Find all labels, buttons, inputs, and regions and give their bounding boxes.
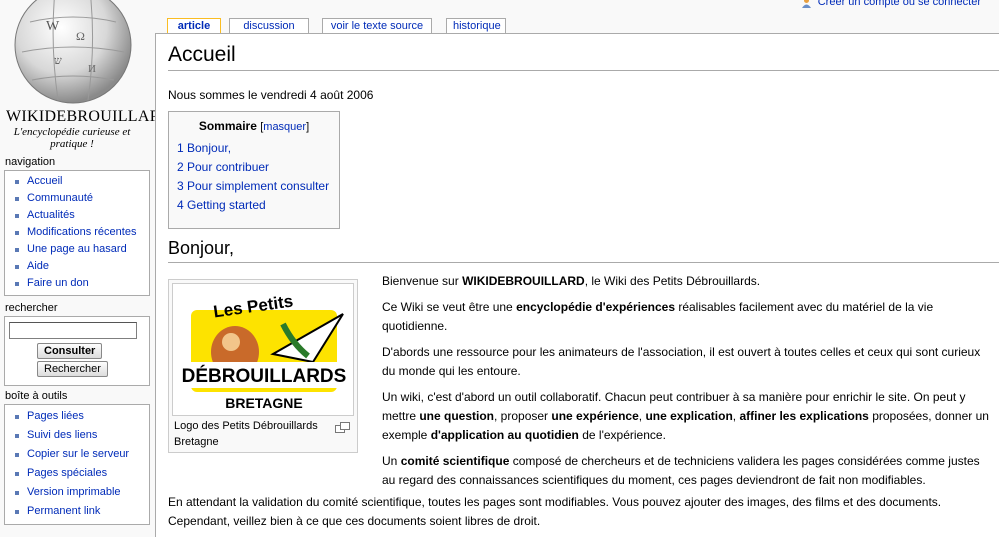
table-of-contents: Sommaire [masquer] 1 Bonjour, 2 Pour con… xyxy=(168,111,340,229)
toc-title: Sommaire xyxy=(198,119,257,133)
puzzle-globe-icon: W Ω ש И xyxy=(14,0,132,104)
thumbnail-frame: Les Petits DÉBROUILLARDS BRETAGNE Logo d… xyxy=(168,279,358,453)
outro-text: En attendant la validation du comité sci… xyxy=(168,493,998,531)
search-portlet: rechercher Consulter Rechercher xyxy=(0,302,150,386)
site-wordmark: WIKIDEBROUILLARD xyxy=(6,108,173,125)
tool-what-links-here[interactable]: Pages liées xyxy=(9,407,149,426)
petits-debrouillards-logo[interactable]: Les Petits DÉBROUILLARDS BRETAGNE xyxy=(172,283,354,416)
text-bold: une explication xyxy=(645,409,733,423)
nav-item-home[interactable]: Accueil xyxy=(9,173,149,190)
tool-special-pages[interactable]: Pages spéciales xyxy=(9,464,149,483)
nav-item-help[interactable]: Aide xyxy=(9,258,149,275)
paragraph-validation: En attendant la validation du comité sci… xyxy=(168,495,942,528)
text-run: , proposer xyxy=(494,409,552,423)
page-title: Accueil xyxy=(168,42,999,71)
tool-related-changes[interactable]: Suivi des liens xyxy=(9,426,149,445)
search-body: Consulter Rechercher xyxy=(4,316,150,386)
section-heading: Bonjour, xyxy=(168,237,999,263)
toc-hide-link[interactable]: masquer xyxy=(263,121,306,133)
paragraph-collaborative: Un wiki, c'est d'abord un outil collabor… xyxy=(382,388,992,445)
text-run: Ce Wiki se veut être une xyxy=(382,300,517,314)
logo-bretagne: BRETAGNE xyxy=(225,395,303,411)
navigation-body: Accueil Communauté Actualités Modificati… xyxy=(4,170,150,296)
nav-item-donate[interactable]: Faire un don xyxy=(9,275,149,292)
logo-artwork: Les Petits DÉBROUILLARDS BRETAGNE xyxy=(182,291,347,411)
text-bold: une expérience xyxy=(551,409,639,423)
nav-item-recent-changes[interactable]: Modifications récentes xyxy=(9,224,149,241)
thumbnail-caption: Logo des Petits Débrouillards Bretagne xyxy=(172,416,354,450)
toc-item[interactable]: 4 Getting started xyxy=(177,196,331,215)
search-button[interactable]: Rechercher xyxy=(37,361,108,377)
tool-upload-file[interactable]: Copier sur le serveur xyxy=(9,445,149,464)
site-tagline: L'encyclopédie curieuse et pratique ! xyxy=(13,126,131,150)
tab-view-source[interactable]: voir le texte source xyxy=(322,18,432,34)
paragraph-welcome: Bienvenue sur WIKIDEBROUILLARD, le Wiki … xyxy=(382,272,992,291)
search-heading: rechercher xyxy=(5,302,58,314)
text-run: de l'expérience. xyxy=(578,428,666,442)
text-bold: comité scientifique xyxy=(400,454,510,468)
create-account-link[interactable]: Créer un compte ou se connecter xyxy=(818,0,981,8)
tab-discussion[interactable]: discussion xyxy=(229,18,309,34)
text-bold: affiner les explications xyxy=(739,409,869,423)
text-bold: d'application au quotidien xyxy=(430,428,579,442)
nav-item-random-page[interactable]: Une page au hasard xyxy=(9,241,149,258)
enlarge-icon[interactable] xyxy=(335,422,350,433)
go-button[interactable]: Consulter xyxy=(37,343,103,359)
paragraph-audience: D'abords une ressource pour les animateu… xyxy=(382,345,981,378)
text-bold: une question xyxy=(419,409,495,423)
nav-item-news[interactable]: Actualités xyxy=(9,207,149,224)
toc-item[interactable]: 3 Pour simplement consulter xyxy=(177,177,331,196)
site-logo[interactable]: W Ω ש И WIKIDEBROUILLARD L'encyclopédie … xyxy=(0,0,173,158)
text-bold: WIKIDEBROUILLARD xyxy=(462,274,585,288)
tool-printable-version[interactable]: Version imprimable xyxy=(9,483,149,502)
text-run: Un xyxy=(382,454,401,468)
navigation-portlet: navigation Accueil Communauté Actualités… xyxy=(0,156,150,296)
toc-item[interactable]: 2 Pour contribuer xyxy=(177,158,331,177)
text-run: Bienvenue sur xyxy=(382,274,463,288)
toc-header: Sommaire [masquer] xyxy=(198,119,310,133)
logo-debrouillards: DÉBROUILLARDS xyxy=(182,365,347,387)
current-date: Nous sommes le vendredi 4 août 2006 xyxy=(168,88,374,102)
toolbox-body: Pages liées Suivi des liens Copier sur l… xyxy=(4,404,150,525)
svg-text:W: W xyxy=(46,19,60,34)
svg-text:Ω: Ω xyxy=(76,29,85,43)
search-input[interactable] xyxy=(9,322,137,339)
toolbox-portlet: boîte à outils Pages liées Suivi des lie… xyxy=(0,390,150,525)
svg-text:ש: ש xyxy=(54,55,62,67)
intro-text: Bienvenue sur WIKIDEBROUILLARD, le Wiki … xyxy=(382,272,992,497)
toc-item[interactable]: 1 Bonjour, xyxy=(177,139,331,158)
caption-text: Logo des Petits Débrouillards Bretagne xyxy=(174,420,318,448)
nav-item-community[interactable]: Communauté xyxy=(9,190,149,207)
paragraph-committee: Un comité scientifique composé de cherch… xyxy=(382,452,992,490)
navigation-heading: navigation xyxy=(5,156,56,168)
user-icon xyxy=(801,0,811,8)
paragraph-purpose: Ce Wiki se veut être une encyclopédie d'… xyxy=(382,298,992,336)
toolbox-heading: boîte à outils xyxy=(5,390,68,402)
tool-permanent-link[interactable]: Permanent link xyxy=(9,502,149,521)
tab-history[interactable]: historique xyxy=(446,18,506,34)
content-area: Accueil Nous sommes le vendredi 4 août 2… xyxy=(155,33,999,537)
text-bold: encyclopédie d'expériences xyxy=(516,300,675,314)
svg-text:И: И xyxy=(88,63,96,75)
personal-tools: Créer un compte ou se connecter xyxy=(801,0,981,8)
text-run: , le Wiki des Petits Débrouillards. xyxy=(584,274,761,288)
